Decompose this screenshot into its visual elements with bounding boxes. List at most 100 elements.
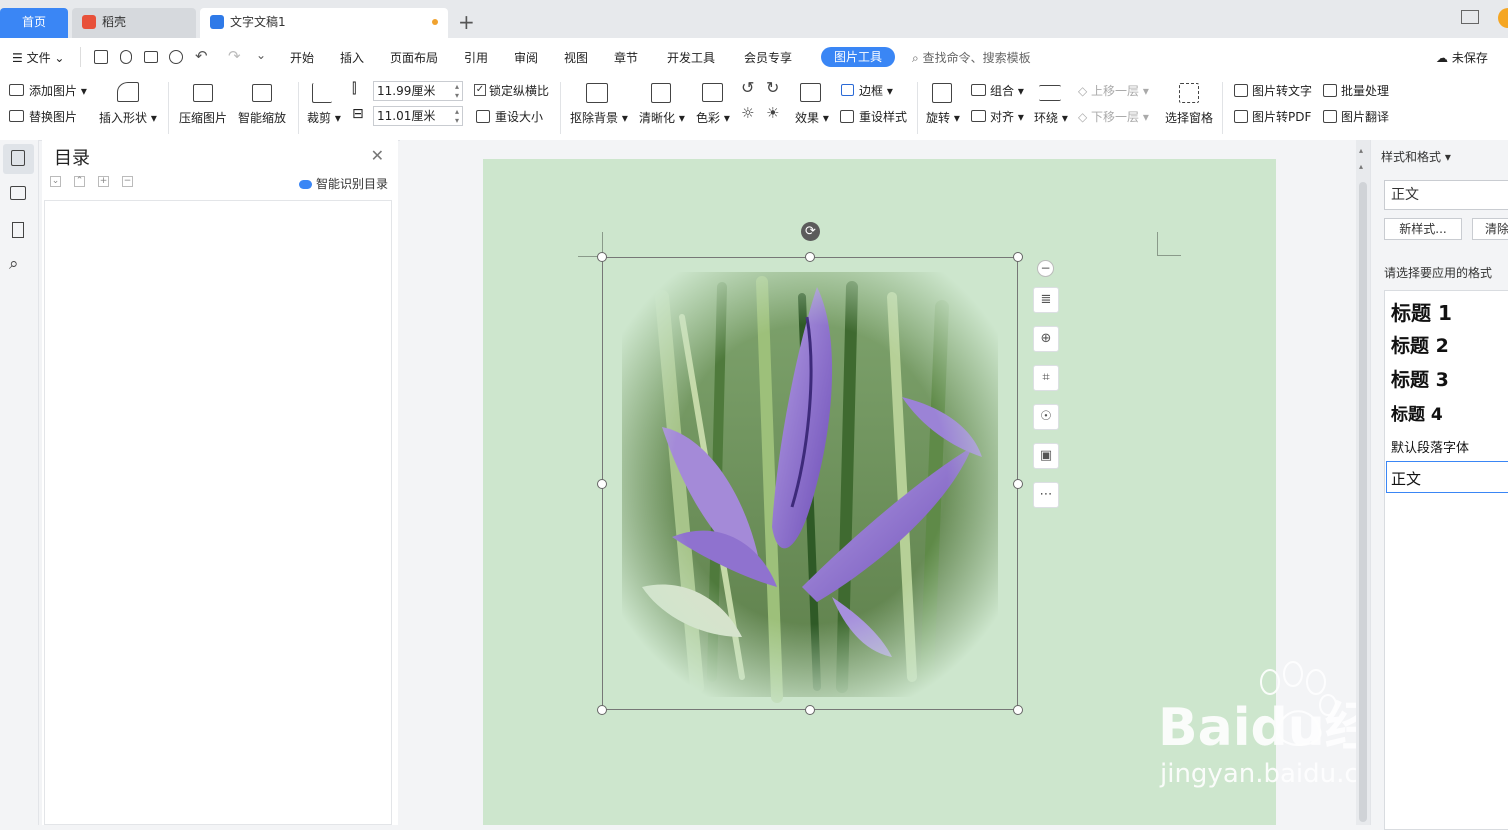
menu-page-layout[interactable]: 页面布局 xyxy=(390,49,438,66)
window-layout-icon[interactable] xyxy=(1461,10,1479,24)
menu-insert[interactable]: 插入 xyxy=(340,49,364,66)
replace-picture-button[interactable]: 替换图片 xyxy=(29,108,77,125)
tab-document[interactable]: 文字文稿1 xyxy=(200,8,448,38)
new-tab-button[interactable]: + xyxy=(458,8,475,36)
more-options-icon[interactable]: ⋯ xyxy=(1033,482,1059,508)
menu-picture-tools[interactable]: 图片工具 xyxy=(821,47,895,67)
bring-forward-button[interactable]: ◇ 上移一层 ▾ xyxy=(1078,82,1149,99)
lock-ratio-checkbox[interactable]: ✓ xyxy=(474,84,486,96)
menu-references[interactable]: 引用 xyxy=(464,49,488,66)
rotate-left-icon[interactable]: ↺ xyxy=(741,78,754,97)
smart-suggest-icon[interactable]: ☉ xyxy=(1033,404,1059,430)
find-icon[interactable]: ⌕ xyxy=(9,254,19,274)
print-icon[interactable] xyxy=(144,51,158,63)
current-style-field[interactable]: 正文 xyxy=(1384,180,1508,210)
rotate-button[interactable]: 旋转 ▾ xyxy=(926,109,960,126)
menu-developer[interactable]: 开发工具 xyxy=(667,49,715,66)
avatar[interactable] xyxy=(1498,8,1508,28)
effects-button[interactable]: 效果 ▾ xyxy=(795,109,829,126)
wrap-button[interactable]: 环绕 ▾ xyxy=(1034,109,1068,126)
border-button[interactable]: 边框 ▾ xyxy=(859,82,893,99)
width-stepper-icon[interactable]: ▴ ▾ xyxy=(455,82,459,100)
crop-button[interactable]: 裁剪 ▾ xyxy=(307,109,341,126)
style-item-body[interactable]: 正文 xyxy=(1391,468,1421,489)
print-preview-icon[interactable] xyxy=(169,50,183,64)
format-painter-icon[interactable] xyxy=(120,50,132,64)
resize-handle-right[interactable] xyxy=(1013,479,1023,489)
menu-member[interactable]: 会员专享 xyxy=(744,49,792,66)
style-item-heading-3[interactable]: 标题 3 xyxy=(1391,365,1449,392)
remove-level-icon[interactable]: − xyxy=(122,176,133,187)
style-item-default-font[interactable]: 默认段落字体 xyxy=(1391,437,1469,456)
resize-handle-top[interactable] xyxy=(805,252,815,262)
menu-review[interactable]: 审阅 xyxy=(514,49,538,66)
height-stepper-icon[interactable]: ▴ ▾ xyxy=(455,107,459,125)
layout-options-icon[interactable]: ≣ xyxy=(1033,287,1059,313)
rotate-right-icon[interactable]: ↻ xyxy=(766,78,779,97)
unsaved-status[interactable]: ☁ 未保存 xyxy=(1436,49,1488,66)
smart-zoom-button[interactable]: 智能缩放 xyxy=(238,109,286,126)
crop-quick-icon[interactable]: ⌗ xyxy=(1033,365,1059,391)
contrast-icon[interactable]: ☀ xyxy=(766,104,779,122)
compress-picture-button[interactable]: 压缩图片 xyxy=(179,109,227,126)
close-icon[interactable]: ✕ xyxy=(371,146,384,165)
toc-view-icon[interactable] xyxy=(11,150,25,166)
remove-background-button[interactable]: 抠除背景 ▾ xyxy=(570,109,628,126)
picture-height-field[interactable]: 11.01厘米 ▴ ▾ xyxy=(373,106,463,126)
send-backward-button[interactable]: ◇ 下移一层 ▾ xyxy=(1078,108,1149,125)
picture-width-field[interactable]: 11.99厘米 ▴ ▾ xyxy=(373,81,463,101)
tab-daoke[interactable]: 稻壳 xyxy=(72,8,196,38)
file-menu[interactable]: ☰ 文件 ⌄ xyxy=(12,49,64,66)
group-button[interactable]: 组合 ▾ xyxy=(990,82,1024,99)
rotate-handle-icon[interactable]: ⟳ xyxy=(801,222,820,241)
add-picture-button[interactable]: 添加图片 ▾ xyxy=(29,82,87,99)
collapse-toolbar-icon[interactable]: − xyxy=(1037,260,1054,277)
picture-to-text-button[interactable]: 图片转文字 xyxy=(1252,82,1312,99)
save-icon[interactable] xyxy=(94,50,108,64)
resize-handle-bottom-right[interactable] xyxy=(1013,705,1023,715)
batch-process-button[interactable]: 批量处理 xyxy=(1341,82,1389,99)
clear-style-button[interactable]: 清除 xyxy=(1472,218,1508,240)
brightness-icon[interactable]: ☼ xyxy=(741,104,754,122)
menu-view[interactable]: 视图 xyxy=(564,49,588,66)
scroll-up-icon[interactable]: ▴ xyxy=(1359,162,1363,171)
command-search[interactable]: ⌕ 查找命令、搜索模板 xyxy=(912,49,1031,66)
resize-handle-top-left[interactable] xyxy=(597,252,607,262)
new-style-button[interactable]: 新样式... xyxy=(1384,218,1462,240)
add-level-icon[interactable]: + xyxy=(98,176,109,187)
picture-to-pdf-button[interactable]: 图片转PDF xyxy=(1252,108,1311,125)
picture-translate-button[interactable]: 图片翻译 xyxy=(1341,108,1389,125)
tab-daoke-label: 稻壳 xyxy=(102,15,127,29)
menu-start[interactable]: 开始 xyxy=(290,49,314,66)
resize-handle-top-right[interactable] xyxy=(1013,252,1023,262)
scrollbar-thumb[interactable] xyxy=(1359,182,1367,822)
scroll-up-icon[interactable]: ▴ xyxy=(1359,146,1363,155)
reset-size-button[interactable]: 重设大小 xyxy=(495,108,543,125)
sharpen-button[interactable]: 清晰化 ▾ xyxy=(639,109,685,126)
resize-handle-bottom-left[interactable] xyxy=(597,705,607,715)
align-button[interactable]: 对齐 ▾ xyxy=(990,108,1024,125)
picture-convert-icon[interactable]: ▣ xyxy=(1033,443,1059,469)
style-item-heading-2[interactable]: 标题 2 xyxy=(1391,331,1449,358)
smart-toc-button[interactable]: 智能识别目录 xyxy=(299,175,388,192)
menu-section[interactable]: 章节 xyxy=(614,49,638,66)
zoom-preview-icon[interactable]: ⊕ xyxy=(1033,326,1059,352)
expand-all-icon[interactable]: ⌄ xyxy=(50,176,61,187)
reset-style-button[interactable]: 重设样式 xyxy=(859,108,907,125)
resize-handle-bottom[interactable] xyxy=(805,705,815,715)
style-item-heading-4[interactable]: 标题 4 xyxy=(1391,400,1443,425)
resize-handle-left[interactable] xyxy=(597,479,607,489)
collapse-all-icon[interactable]: ⌃ xyxy=(74,176,85,187)
tab-home[interactable]: 首页 xyxy=(0,8,68,38)
insert-shape-button[interactable]: 插入形状 ▾ xyxy=(99,109,157,126)
color-button[interactable]: 色彩 ▾ xyxy=(696,109,730,126)
bookmark-icon[interactable] xyxy=(12,222,24,238)
selection-pane-button[interactable]: 选择窗格 xyxy=(1165,109,1213,126)
chapter-nav-icon[interactable] xyxy=(10,186,26,200)
quick-access-more-icon[interactable]: ⌄ xyxy=(256,48,266,62)
undo-icon[interactable]: ↶ xyxy=(195,47,208,65)
redo-icon[interactable]: ↷ xyxy=(228,47,241,65)
vertical-scrollbar[interactable]: ▴ ▴ xyxy=(1356,140,1370,825)
style-item-heading-1[interactable]: 标题 1 xyxy=(1391,297,1452,326)
styles-panel-title[interactable]: 样式和格式 ▾ xyxy=(1381,148,1451,165)
